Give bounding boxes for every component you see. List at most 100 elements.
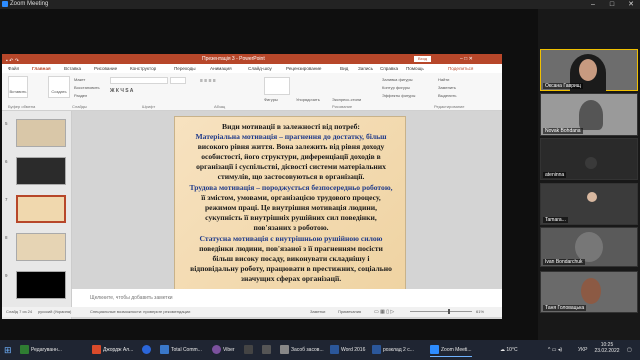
language-indicator[interactable]: УКР: [578, 343, 587, 357]
tab-view[interactable]: Вид: [340, 64, 348, 73]
slide-number: 5: [5, 121, 8, 126]
notification-icon[interactable]: ▢: [627, 343, 632, 357]
tab-review[interactable]: Рецензирование: [286, 64, 321, 73]
clock[interactable]: 10:25 23.02.2022: [592, 342, 622, 354]
taskbar-app[interactable]: [142, 343, 153, 357]
taskbar-app[interactable]: Засоб засов...: [280, 343, 324, 357]
taskbar-app-active[interactable]: Zoom Meeti...: [430, 343, 472, 357]
slide-thumbnail[interactable]: [16, 157, 66, 185]
minimize-icon[interactable]: –: [584, 0, 602, 9]
tab-design[interactable]: Конструктор: [130, 64, 156, 73]
slide-thumbnails: 5 6 7 8 9: [2, 111, 72, 319]
section-button[interactable]: Раздел: [74, 93, 87, 98]
current-slide[interactable]: Види мотивації в залежності від потреб: …: [174, 116, 406, 294]
edge-icon: [142, 345, 151, 355]
zoom-slider[interactable]: [410, 311, 472, 312]
slide-text-line: більш високу посаду, виконувати складніш…: [212, 254, 370, 263]
participant-tile[interactable]: Ivan Bondarchuk: [540, 227, 638, 267]
quick-styles-button[interactable]: Экспресс-стили: [332, 97, 361, 102]
participant-name: Оксана Гаврищ: [543, 83, 583, 89]
notes-pane[interactable]: Щелкните, чтобы добавить заметки: [72, 289, 502, 307]
slide-thumbnail-active[interactable]: [16, 195, 66, 223]
group-font: Шрифт: [142, 104, 156, 109]
language-status[interactable]: русский (Украина): [38, 307, 71, 317]
start-icon[interactable]: ⊞: [4, 343, 12, 357]
ppt-titlebar: ▪ ↶ ↷ Презентація 3 - PowerPoint Вход – …: [2, 54, 502, 64]
comments-button[interactable]: Примечания: [338, 307, 361, 317]
zoom-level: 61%: [476, 309, 485, 314]
taskbar-app[interactable]: Джордж Ал...: [92, 343, 133, 357]
slide-number: 7: [5, 197, 8, 202]
participant-name: Novak Bohdana: [543, 128, 583, 134]
tab-draw[interactable]: Рисование: [94, 64, 117, 73]
taskbar-app[interactable]: [262, 343, 273, 357]
taskbar-app[interactable]: розклад 2 с...: [372, 343, 414, 357]
shape-fill-button[interactable]: Заливка фигуры: [382, 77, 413, 82]
slide-text-line: Матеріальна мотивація – прагнення до дос…: [195, 132, 387, 141]
slide-thumbnail[interactable]: [16, 271, 66, 299]
tab-assist[interactable]: Помощь: [406, 64, 424, 73]
tab-file[interactable]: Файл: [8, 64, 19, 73]
slide-thumbnail[interactable]: [16, 119, 66, 147]
participant-tile[interactable]: Tamara...: [540, 183, 638, 225]
app-icon: [244, 345, 253, 355]
layout-button[interactable]: Макет: [74, 77, 85, 82]
close-icon[interactable]: ✕: [622, 0, 640, 9]
shapes-gallery[interactable]: [264, 77, 290, 95]
group-paragraph: Абзац: [214, 104, 226, 109]
tab-transitions[interactable]: Переходы: [174, 64, 196, 73]
participant-tile[interactable]: Novak Bohdana: [540, 93, 638, 136]
participant-tile-active[interactable]: Оксана Гаврищ: [540, 49, 638, 92]
shape-outline-button[interactable]: Контур фигуры: [382, 85, 410, 90]
taskbar: ⊞ Редагуванн... Джордж Ал... Total Comm.…: [0, 340, 640, 360]
sign-in-button[interactable]: Вход: [414, 56, 432, 62]
participant-tile[interactable]: ateninna: [540, 138, 638, 180]
tab-insert[interactable]: Вставка: [64, 64, 81, 73]
shape-effects-button[interactable]: Эффекты фигуры: [382, 93, 415, 98]
tab-slideshow[interactable]: Слайд-шоу: [248, 64, 272, 73]
font-name-select[interactable]: [110, 77, 168, 84]
tab-record[interactable]: Запись: [358, 64, 373, 73]
notes-button[interactable]: Заметки: [310, 307, 325, 317]
slide-number: 8: [5, 235, 8, 240]
zoom-window-title: Zoom Meeting: [10, 1, 49, 7]
avatar: [581, 278, 601, 304]
slide-text-line: поведінки людини, пов'язаної з її прагне…: [199, 244, 383, 253]
taskbar-app[interactable]: Word 2016: [330, 343, 365, 357]
zoom-slider-thumb[interactable]: [448, 309, 450, 314]
accessibility-status[interactable]: Специальные возможности: проверьте реком…: [90, 307, 190, 317]
tab-help[interactable]: Справка: [380, 64, 398, 73]
replace-button[interactable]: Заменить: [438, 85, 456, 90]
taskbar-app[interactable]: Viber: [212, 343, 235, 357]
weather-icon[interactable]: ☁ 10°C: [500, 343, 518, 357]
app-icon: [262, 345, 271, 355]
slide-number: 6: [5, 159, 8, 164]
participant-name: Таня Головацька: [543, 305, 587, 311]
arrange-button[interactable]: Упорядочить: [296, 97, 320, 102]
font-format-icons[interactable]: Ж К Ч S A: [110, 88, 133, 94]
reset-button[interactable]: Восстановить: [74, 85, 100, 90]
participant-tile[interactable]: Таня Головацька: [540, 271, 638, 313]
ribbon: Вставить Создать слайд Макет Восстановит…: [2, 73, 502, 124]
taskbar-app[interactable]: Total Comm...: [160, 343, 202, 357]
group-editing: Редактирование: [434, 104, 465, 109]
new-slide-button[interactable]: Создать слайд: [48, 76, 70, 124]
word-icon: [330, 345, 339, 355]
taskbar-app[interactable]: Редагуванн...: [20, 343, 62, 357]
share-button[interactable]: Поделиться: [448, 64, 473, 73]
paste-button[interactable]: Вставить: [8, 76, 28, 98]
view-icons[interactable]: ▭ ▦ ▯ ▷: [374, 307, 394, 317]
tray-icons[interactable]: ^ ▭ ◂): [548, 343, 562, 357]
font-size-select[interactable]: [170, 77, 186, 84]
find-button[interactable]: Найти: [438, 77, 449, 82]
ppt-window-title: Презентація 3 - PowerPoint: [202, 56, 265, 62]
maximize-icon[interactable]: □: [603, 0, 621, 9]
participant-name: ateninna: [543, 172, 567, 178]
tab-animations[interactable]: Анимация: [210, 64, 232, 73]
paragraph-icons[interactable]: ≡ ≡ ≡ ≡: [200, 78, 216, 84]
slide-thumbnail[interactable]: [16, 233, 66, 261]
window-controls-icon[interactable]: – □ ✕: [460, 54, 473, 64]
shapes-button[interactable]: Фигуры: [264, 97, 278, 102]
taskbar-app[interactable]: [244, 343, 255, 357]
select-button[interactable]: Выделить: [438, 93, 456, 98]
